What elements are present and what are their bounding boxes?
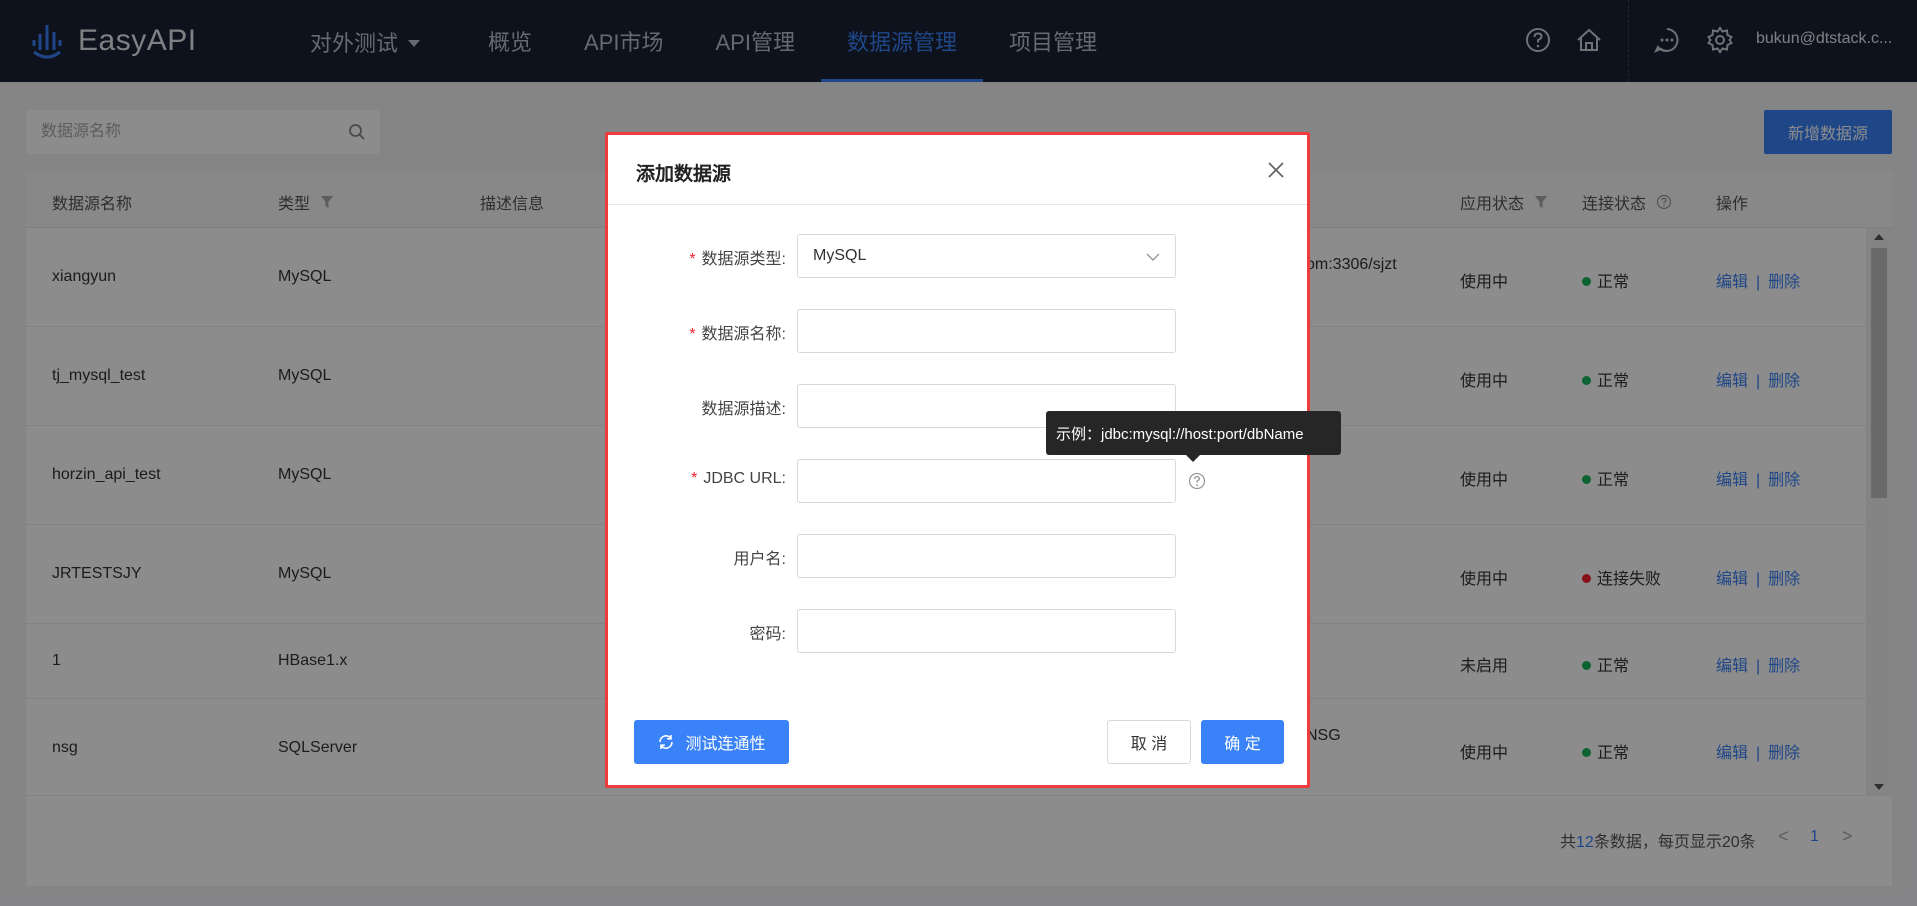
required-mark: * [689, 326, 696, 343]
name-label: * 数据源名称: [689, 320, 786, 344]
type-label: * 数据源类型: [689, 245, 786, 269]
jdbc-label: * JDBC URL: [691, 470, 786, 488]
username-input[interactable] [797, 534, 1176, 578]
modal-header: 添加数据源 [608, 135, 1307, 205]
tooltip-arrow [1186, 455, 1200, 462]
cancel-button[interactable]: 取 消 [1107, 720, 1191, 764]
question-icon[interactable] [1187, 471, 1207, 491]
username-label: 用户名: [733, 551, 786, 568]
type-label-text: 数据源类型: [701, 251, 786, 268]
required-mark: * [691, 470, 698, 487]
jdbc-label-text: JDBC URL: [703, 470, 786, 487]
modal-title: 添加数据源 [636, 164, 732, 185]
close-icon[interactable] [1265, 159, 1287, 181]
add-datasource-modal: 添加数据源 * 数据源类型: MySQL * 数据源名称: 数据源描述: * JDBC… [605, 132, 1310, 788]
datasource-type-select[interactable]: MySQL [797, 234, 1176, 278]
password-label: 密码: [749, 626, 786, 643]
jdbc-example-tooltip: 示例：jdbc:mysql://host:port/dbName [1046, 411, 1341, 455]
datasource-type-value: MySQL [813, 247, 867, 264]
form-row-password: 密码: [608, 609, 1307, 653]
refresh-icon [659, 735, 674, 749]
jdbc-url-input[interactable] [797, 459, 1176, 503]
confirm-button[interactable]: 确 定 [1201, 720, 1284, 764]
datasource-name-input[interactable] [797, 309, 1176, 353]
chevron-down-icon [1146, 253, 1160, 261]
form-row-username: 用户名: [608, 534, 1307, 578]
form-row-type: * 数据源类型: MySQL [608, 234, 1307, 278]
test-connection-button[interactable]: 测试连通性 [634, 720, 789, 764]
name-label-text: 数据源名称: [701, 326, 786, 343]
form-row-name: * 数据源名称: [608, 309, 1307, 353]
desc-label: 数据源描述: [701, 401, 786, 418]
test-connection-label: 测试连通性 [685, 736, 766, 753]
form-row-jdbc: * JDBC URL: [608, 459, 1307, 503]
password-input[interactable] [797, 609, 1176, 653]
required-mark: * [689, 251, 696, 268]
